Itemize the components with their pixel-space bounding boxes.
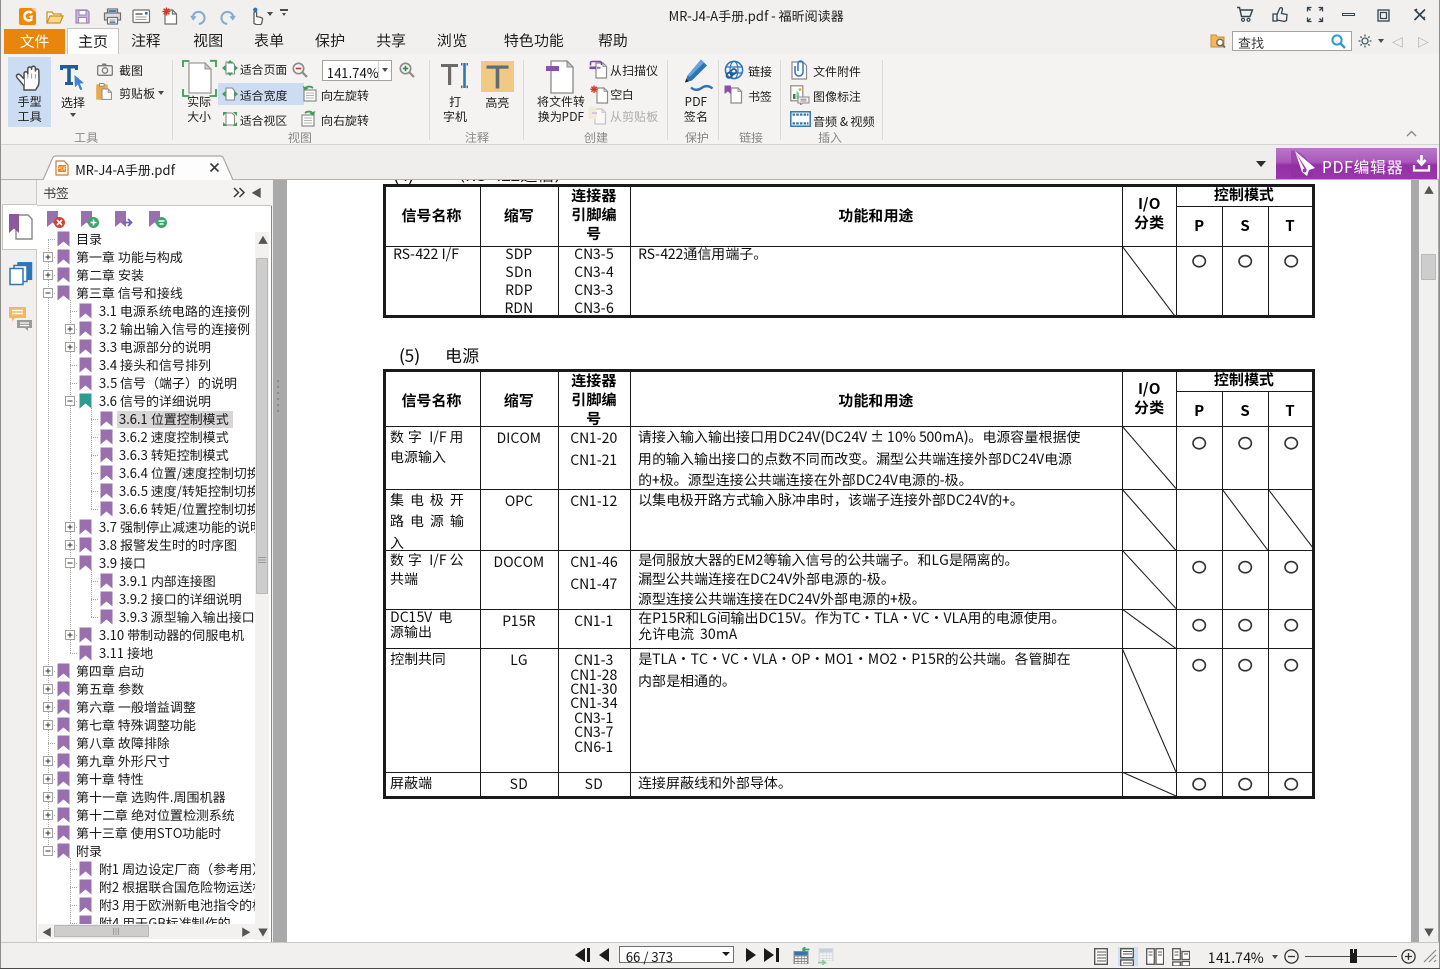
- svg-text:PDF: PDF: [57, 167, 67, 173]
